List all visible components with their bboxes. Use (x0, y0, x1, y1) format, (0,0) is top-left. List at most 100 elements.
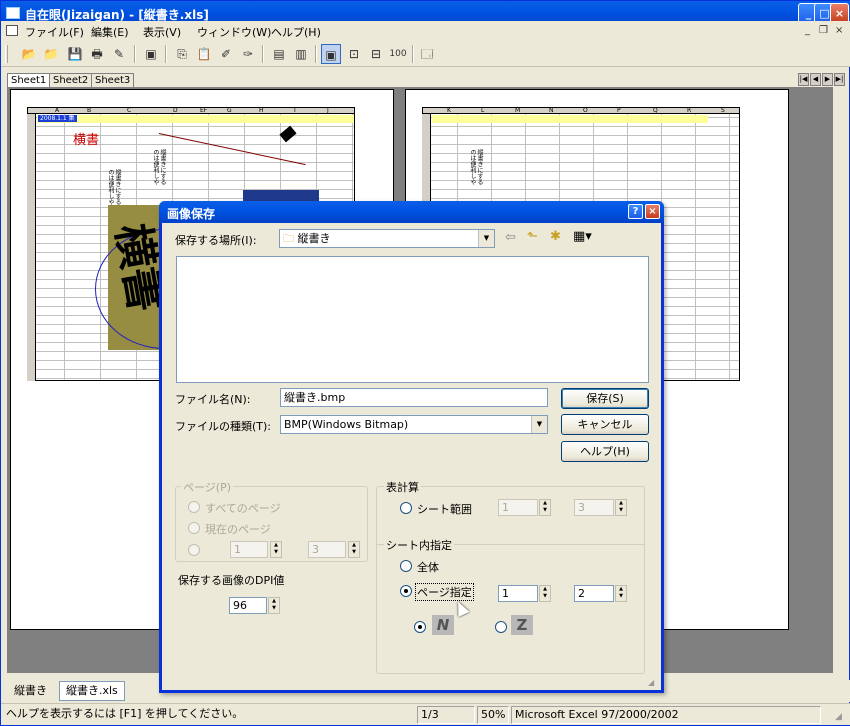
file-list[interactable] (176, 256, 649, 383)
mdi-close-button[interactable]: × (835, 25, 843, 36)
columns-icon[interactable]: ▥ (291, 44, 311, 64)
dialog-close-button[interactable]: × (645, 204, 660, 219)
folder-icon: 🗀 (283, 232, 294, 245)
toolbar-grip[interactable] (5, 45, 8, 63)
page-to-input[interactable]: 3 (308, 541, 346, 558)
menu-view[interactable]: 表示(V) (143, 24, 181, 40)
spec-from-spinner[interactable]: ▲ ▼ (539, 585, 551, 602)
row-header-left (27, 114, 36, 381)
sheet-range-label: シート範囲 (417, 503, 472, 516)
doc-icon[interactable] (6, 25, 18, 36)
cell-a1: 2008.1.1 集 (38, 115, 77, 122)
prev-sheet-button[interactable]: ◀ (810, 73, 821, 86)
page-from-input[interactable]: 1 (230, 541, 268, 558)
page-from-spinner[interactable]: ▲ ▼ (270, 541, 282, 558)
save-icon[interactable]: 💾 (65, 44, 85, 64)
status-format: Microsoft Excel 97/2000/2002 (511, 706, 821, 724)
toolbar-separator (165, 45, 167, 63)
open-folder-icon[interactable]: 📁 (41, 44, 61, 64)
menu-help[interactable]: ヘルプ(H) (271, 24, 321, 40)
dialog-title-bar[interactable]: 画像保存 ? × (159, 201, 664, 223)
dpi-input[interactable]: 96 (229, 597, 267, 614)
paste-icon[interactable]: 📋 (194, 44, 214, 64)
cancel-button[interactable]: キャンセル (561, 414, 649, 435)
filename-label: ファイル名(N): (175, 393, 251, 406)
menu-window[interactable]: ウィンドウ(W) (197, 24, 271, 40)
current-page-radio[interactable] (188, 522, 200, 534)
mdi-minimize-button[interactable]: _ (805, 25, 810, 36)
col-q: Q (653, 107, 658, 114)
page-range-radio[interactable] (188, 544, 200, 556)
col-p: P (617, 107, 621, 114)
status-help: ヘルプを表示するには [F1] を押してください。 (6, 707, 244, 720)
wand-icon[interactable]: ✎ (109, 44, 129, 64)
sheet-from-spinner[interactable]: ▲ ▼ (539, 499, 551, 516)
help-button[interactable]: ヘルプ(H) (561, 441, 649, 462)
n-order-radio[interactable] (414, 621, 426, 633)
fit-width-icon[interactable]: ⊡ (344, 44, 364, 64)
whole-radio[interactable] (400, 560, 412, 572)
menu-file[interactable]: ファイル(F) (25, 24, 84, 40)
menu-edit[interactable]: 編集(E) (91, 24, 129, 40)
app-icon[interactable] (6, 7, 20, 19)
new-folder-icon[interactable]: ✱ (550, 229, 561, 244)
dialog-resize-grip[interactable]: ◢ (648, 678, 654, 687)
print-icon[interactable]: 🖶 (87, 44, 107, 64)
spec-to-input[interactable]: 2 (574, 585, 614, 602)
sheet-to-spinner[interactable]: ▲ ▼ (615, 499, 627, 516)
doc-tab-folder[interactable]: 縦書き (7, 681, 54, 701)
chevron-down-icon[interactable]: ▼ (478, 230, 494, 247)
col-o: O (583, 107, 588, 114)
up-folder-icon[interactable]: ⬑ (527, 229, 538, 244)
zoom-100-button[interactable]: 100 (388, 44, 408, 64)
page-fit-icon[interactable]: ▣ (321, 44, 341, 64)
col-l: L (481, 107, 485, 114)
col-ef: EF (200, 107, 208, 114)
filetype-select[interactable]: BMP(Windows Bitmap) ▼ (280, 415, 548, 434)
horizontal-label: 横書 (73, 133, 100, 148)
save-button[interactable]: 保存(S) (561, 388, 649, 409)
sheet-range-radio[interactable] (400, 502, 412, 514)
location-combo[interactable]: 🗀 縦書き ▼ (279, 229, 495, 248)
whole-label: 全体 (417, 561, 439, 574)
col-g: G (227, 107, 232, 114)
toolbar-separator (315, 45, 317, 63)
save-image-dialog: 画像保存 ? × 保存する場所(I): 🗀 縦書き ▼ ⇦ ⬑ ✱ ▦▾ ファイ… (159, 201, 664, 693)
z-order-radio[interactable] (495, 621, 507, 633)
properties-icon[interactable]: 🗔 (417, 44, 437, 64)
page-spec-radio[interactable] (400, 585, 412, 597)
page-spec-label: ページ指定 (415, 583, 474, 601)
copy-icon[interactable]: ⎘ (172, 44, 192, 64)
marker-icon[interactable]: ✐ (216, 44, 236, 64)
dialog-help-button[interactable]: ? (628, 204, 643, 219)
col-k: K (447, 107, 451, 114)
sheet-from-input[interactable]: 1 (498, 499, 538, 516)
spec-to-spinner[interactable]: ▲ ▼ (615, 585, 627, 602)
back-icon[interactable]: ⇦ (505, 230, 516, 245)
chevron-down-icon[interactable]: ▼ (531, 416, 547, 433)
spec-from-input[interactable]: 1 (498, 585, 538, 602)
open-icon[interactable]: 📂 (19, 44, 39, 64)
col-s: S (721, 107, 725, 114)
col-m: M (515, 107, 521, 114)
resize-grip[interactable]: ◢ (835, 712, 842, 722)
status-bar: ヘルプを表示するには [F1] を押してください。 1/3 50% Micros… (1, 703, 850, 725)
page-to-spinner[interactable]: ▲ ▼ (348, 541, 360, 558)
all-pages-radio[interactable] (188, 501, 200, 513)
next-sheet-button[interactable]: ▶ (822, 73, 833, 86)
highlight-icon[interactable]: ✑ (238, 44, 258, 64)
fit-height-icon[interactable]: ⊟ (366, 44, 386, 64)
menu-bar: ファイル(F) 編集(E) 表示(V) ウィンドウ(W) ヘルプ(H) _ ❐ … (1, 21, 850, 41)
view-menu-icon[interactable]: ▦▾ (573, 229, 592, 244)
last-sheet-button[interactable]: ▶| (834, 73, 845, 86)
doc-tab-file[interactable]: 縦書き.xls (59, 681, 125, 701)
rows-icon[interactable]: ▤ (269, 44, 289, 64)
first-sheet-button[interactable]: |◀ (798, 73, 809, 86)
filename-input[interactable]: 縦書き.bmp (280, 388, 548, 407)
mdi-restore-button[interactable]: ❐ (819, 25, 828, 36)
sheet-to-input[interactable]: 3 (574, 499, 614, 516)
dpi-spinner[interactable]: ▲ ▼ (268, 597, 280, 614)
col-c: C (127, 107, 132, 114)
all-pages-label: すべてのページ (205, 502, 281, 515)
window-icon[interactable]: ▣ (141, 44, 161, 64)
